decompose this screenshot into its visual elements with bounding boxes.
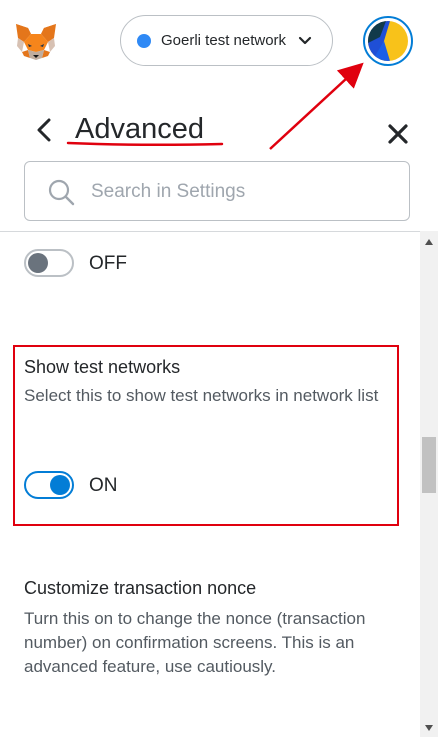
- title-underline-annotation: [66, 141, 224, 147]
- annotation-arrow: [269, 62, 364, 150]
- annotation-overlay: [66, 62, 364, 150]
